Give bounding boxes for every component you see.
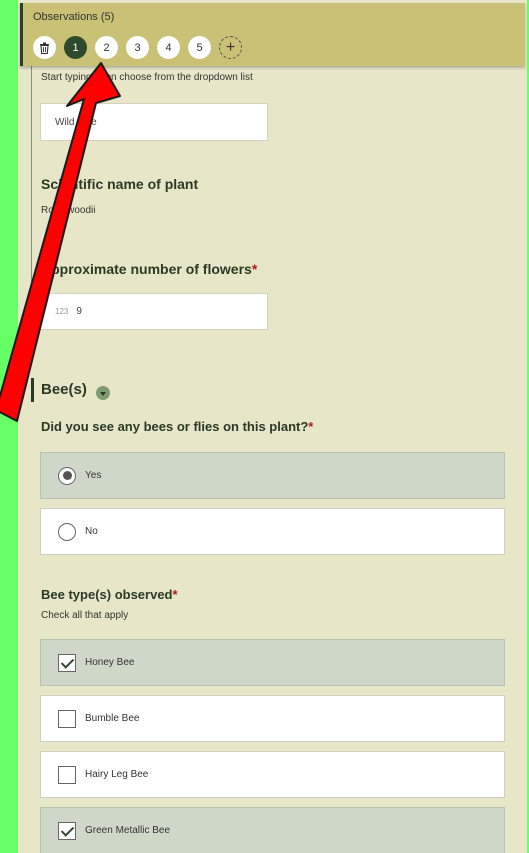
scientific-name-value: Rosa woodii bbox=[41, 205, 96, 216]
observation-pager: 1 2 3 4 5 + bbox=[33, 36, 242, 59]
chevron-down-icon[interactable] bbox=[96, 386, 110, 400]
bee-types-label: Bee type(s) observed* bbox=[41, 587, 178, 602]
page-button-5[interactable]: 5 bbox=[188, 36, 211, 59]
bee-section-bar bbox=[31, 378, 34, 402]
add-observation-button[interactable]: + bbox=[219, 36, 242, 59]
type-hairy-leg-bee[interactable]: Hairy Leg Bee bbox=[40, 751, 505, 798]
radio-yes[interactable] bbox=[58, 466, 76, 485]
bee-types-hint: Check all that apply bbox=[41, 610, 129, 621]
green-metallic-bee-label: Green Metallic Bee bbox=[85, 825, 171, 836]
hairy-leg-bee-label: Hairy Leg Bee bbox=[85, 769, 149, 780]
bee-section-title: Bee(s) bbox=[41, 381, 87, 398]
bumble-bee-label: Bumble Bee bbox=[85, 713, 140, 724]
observations-header: Observations (5) 1 2 3 4 5 + bbox=[20, 3, 525, 66]
type-green-metallic-bee[interactable]: Green Metallic Bee bbox=[40, 807, 505, 853]
trash-icon[interactable] bbox=[33, 36, 56, 59]
option-no[interactable]: No bbox=[40, 508, 505, 555]
trash-glyph bbox=[40, 42, 49, 54]
honey-bee-label: Honey Bee bbox=[85, 657, 135, 668]
header-title: Observations (5) bbox=[33, 11, 115, 23]
type-bumble-bee[interactable]: Bumble Bee bbox=[40, 695, 505, 742]
type-honey-bee[interactable]: Honey Bee bbox=[40, 639, 505, 686]
checkbox-green-metallic-bee[interactable] bbox=[58, 821, 76, 840]
radio-no[interactable] bbox=[58, 522, 76, 541]
page-button-2[interactable]: 2 bbox=[95, 36, 118, 59]
bee-question-label: Did you see any bees or flies on this pl… bbox=[41, 419, 314, 434]
page-button-3[interactable]: 3 bbox=[126, 36, 149, 59]
scientific-name-label: Scientific name of plant bbox=[41, 176, 199, 192]
option-yes-label: Yes bbox=[85, 470, 102, 481]
checkbox-honey-bee[interactable] bbox=[58, 653, 76, 672]
checkbox-hairy-leg-bee[interactable] bbox=[58, 765, 76, 784]
page-button-1[interactable]: 1 bbox=[64, 36, 87, 59]
plant-name-value: Wild rose bbox=[55, 116, 97, 128]
plant-name-input[interactable]: Wild rose bbox=[40, 103, 268, 141]
plant-name-hint: Start typing, then choose from the dropd… bbox=[41, 72, 253, 83]
checkbox-bumble-bee[interactable] bbox=[58, 709, 76, 728]
option-no-label: No bbox=[85, 526, 98, 537]
group-rule-end bbox=[29, 348, 34, 353]
group-rule bbox=[31, 66, 32, 352]
flowers-label: Approximate number of flowers* bbox=[41, 261, 258, 277]
flowers-input[interactable]: 123 9 bbox=[40, 293, 268, 330]
option-yes[interactable]: Yes bbox=[40, 452, 505, 499]
flowers-value: 9 bbox=[76, 306, 82, 317]
number-icon: 123 bbox=[55, 307, 69, 316]
page-button-4[interactable]: 4 bbox=[157, 36, 180, 59]
